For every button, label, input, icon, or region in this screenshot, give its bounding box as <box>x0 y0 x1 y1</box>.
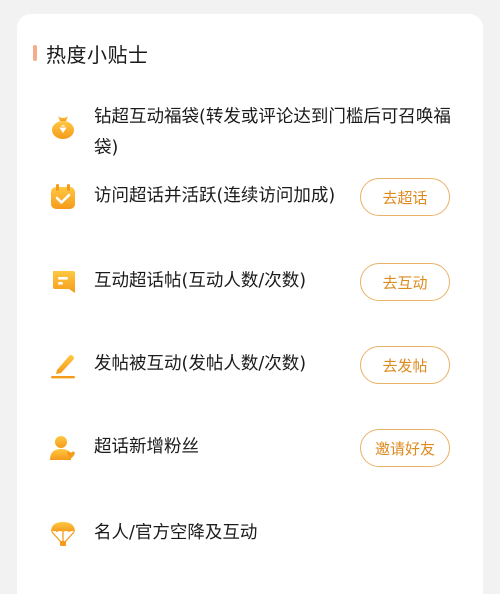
post-icon <box>53 271 75 293</box>
card-header: 热度小贴士 <box>33 38 149 68</box>
go-interact-button[interactable]: 去互动 <box>360 263 450 301</box>
calendar-check-icon <box>51 184 75 209</box>
tip-row-fans: 超话新增粉丝 邀请好友 <box>17 428 483 468</box>
pen-write-icon <box>51 355 75 379</box>
tip-row-visit: 访问超话并活跃(连续访问加成) 去超话 <box>17 177 483 217</box>
tip-row-post: 发帖被互动(发帖人数/次数) 去发帖 <box>17 345 483 385</box>
user-heart-icon <box>50 436 75 460</box>
tip-row-celebrity: 名人/官方空降及互动 <box>17 514 483 554</box>
card-title: 热度小贴士 <box>46 42 149 67</box>
tip-row-interact: 互动超话帖(互动人数/次数) 去互动 <box>17 262 483 302</box>
tip-text: 访问超话并活跃(连续访问加成) <box>94 186 336 206</box>
lucky-bag-icon <box>52 116 74 139</box>
go-post-button[interactable]: 去发帖 <box>360 346 450 384</box>
tip-row-lucky-bag: 钻超互动福袋(转发或评论达到门槛后可召唤福袋) <box>17 102 483 164</box>
go-super-topic-button[interactable]: 去超话 <box>360 178 450 216</box>
tip-text: 超话新增粉丝 <box>94 437 199 457</box>
tip-text: 名人/官方空降及互动 <box>94 523 258 543</box>
tip-text: 发帖被互动(发帖人数/次数) <box>94 354 307 374</box>
parachute-icon <box>51 522 75 546</box>
invite-friends-button[interactable]: 邀请好友 <box>360 429 450 467</box>
tip-text: 钻超互动福袋(转发或评论达到门槛后可召唤福袋) <box>94 107 451 158</box>
tip-text: 互动超话帖(互动人数/次数) <box>94 271 307 291</box>
hot-tips-card: 热度小贴士 钻超互动福袋(转发或评论达到门槛后可召唤福袋) 访问超话并活跃(连续… <box>17 14 483 594</box>
title-accent-bar <box>33 45 37 61</box>
